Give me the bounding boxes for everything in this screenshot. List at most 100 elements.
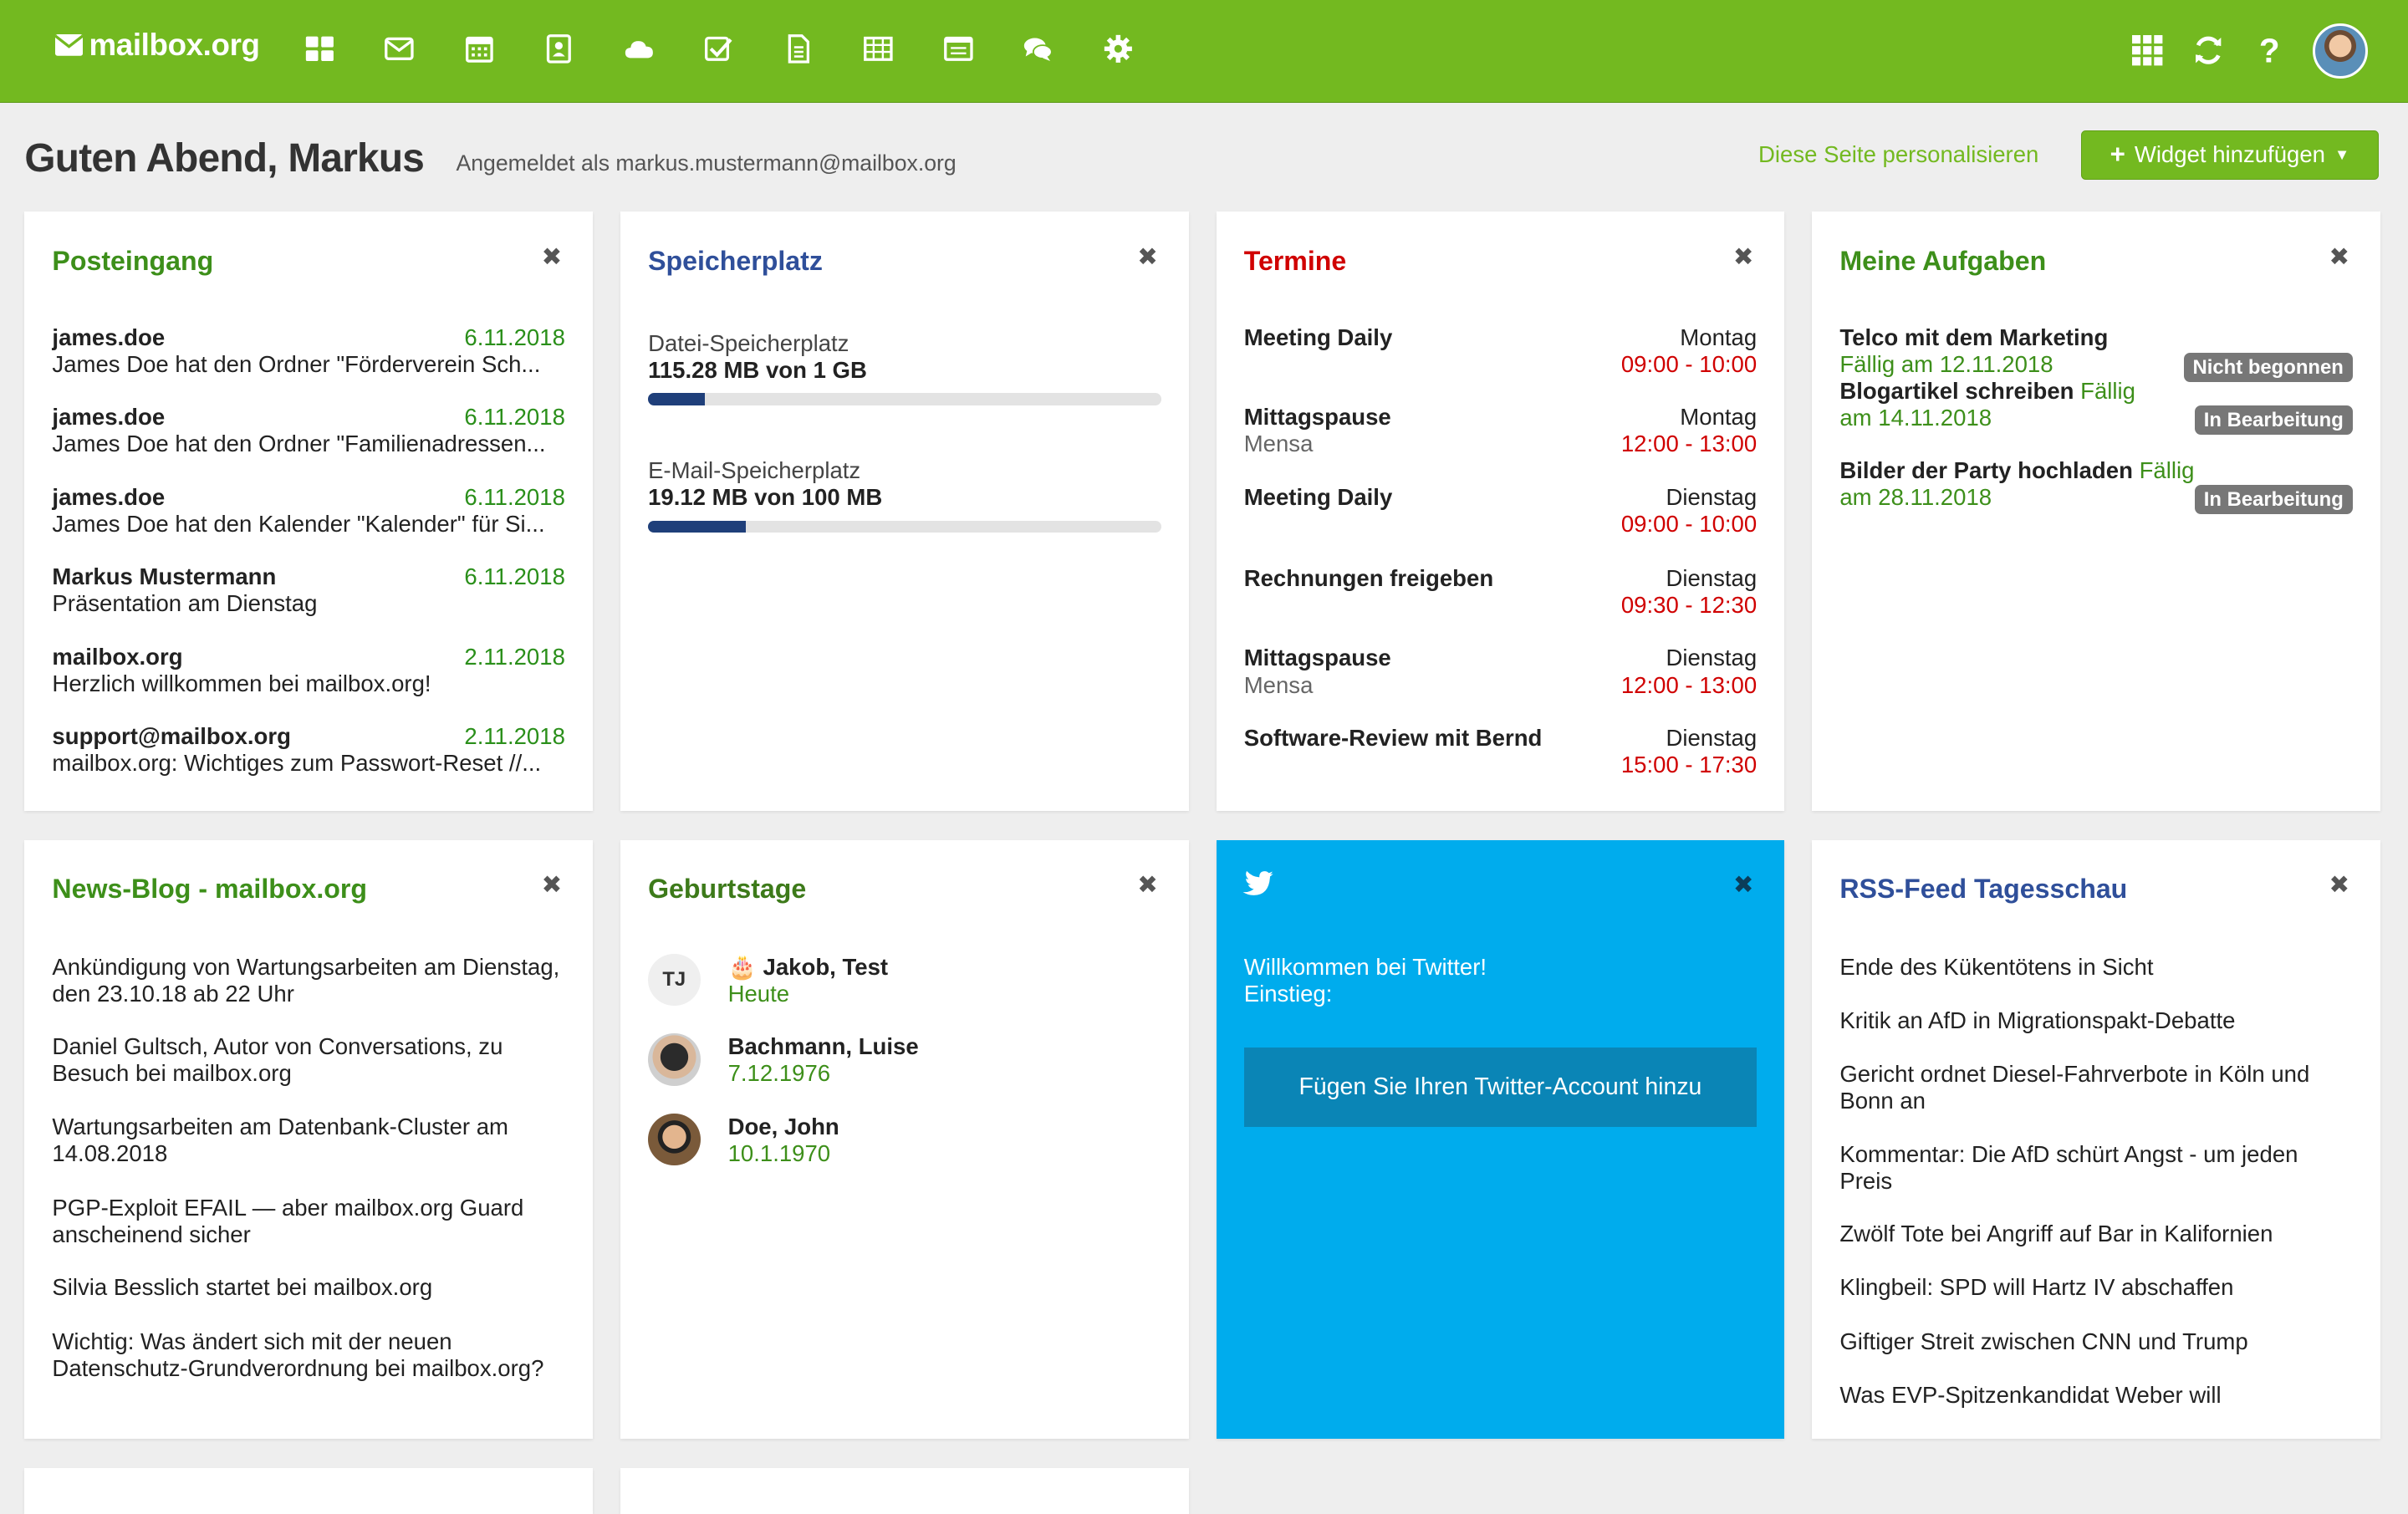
storage-item: E-Mail-Speicherplatz 19.12 MB von 100 MB <box>648 457 1161 533</box>
refresh-icon[interactable] <box>2190 33 2227 69</box>
appointment-item[interactable]: Software-Review mit Bernd Dienstag 15:00 … <box>1244 724 1758 777</box>
rss-item[interactable]: Ende des Kükentötens in Sicht <box>1839 954 2352 981</box>
appointment-time: 12:00 - 13:00 <box>1620 671 1758 698</box>
appointment-day: Dienstag <box>1666 483 1758 510</box>
appointment-time: 15:00 - 17:30 <box>1620 752 1758 778</box>
storage-value: 19.12 MB von 100 MB <box>648 484 883 511</box>
storage-widget: Speicherplatz ✖ Datei-Speicherplatz 115.… <box>620 212 1189 811</box>
news-item[interactable]: PGP-Exploit EFAIL — aber mailbox.org Gua… <box>52 1195 564 1248</box>
app-switcher <box>301 31 1180 68</box>
birthday-item[interactable]: Doe, John 10.1.1970 <box>728 1114 1161 1167</box>
close-icon[interactable]: ✖ <box>542 870 563 900</box>
help-icon[interactable]: ? <box>2252 33 2288 69</box>
mail-icon[interactable] <box>380 31 417 68</box>
close-icon[interactable]: ✖ <box>542 242 563 272</box>
envelope-logo-icon <box>55 34 84 56</box>
task-item[interactable]: Bilder der Party hochladen Fällig am 28.… <box>1839 457 2196 511</box>
inbox-item[interactable]: james.doe 6.11.2018 James Doe hat den Ka… <box>52 484 564 538</box>
inbox-item[interactable]: james.doe 6.11.2018 James Doe hat den Or… <box>52 404 564 457</box>
top-right-tools: ? <box>2129 0 2408 101</box>
inbox-item[interactable]: mailbox.org 2.11.2018 Herzlich willkomme… <box>52 644 564 697</box>
news-item[interactable]: Ankündigung von Wartungsarbeiten am Dien… <box>52 954 564 1007</box>
widget-title[interactable]: Geburtstage <box>648 874 806 905</box>
drive-icon[interactable] <box>620 31 657 68</box>
app-launcher-icon[interactable] <box>2129 33 2166 69</box>
close-icon[interactable]: ✖ <box>1137 242 1158 272</box>
mail-subject: Herzlich willkommen bei mailbox.org! <box>52 670 431 696</box>
presentation-icon[interactable] <box>940 31 977 68</box>
appointment-item[interactable]: Meeting Daily Dienstag 09:00 - 10:00 <box>1244 483 1758 537</box>
personalize-link[interactable]: Diese Seite personalisieren <box>1758 141 2038 168</box>
appointment-day: Dienstag <box>1666 724 1758 751</box>
settings-icon[interactable] <box>1099 31 1136 68</box>
inbox-item[interactable]: support@mailbox.org 2.11.2018 mailbox.or… <box>52 723 564 777</box>
spreadsheet-icon[interactable] <box>860 31 896 68</box>
widget-title[interactable]: News-Blog - mailbox.org <box>52 874 367 905</box>
add-twitter-account-button[interactable]: Fügen Sie Ihren Twitter-Account hinzu <box>1243 1047 1758 1128</box>
birthday-item[interactable]: Bachmann, Luise 7.12.1976 <box>728 1033 1161 1087</box>
user-avatar[interactable] <box>2313 23 2369 79</box>
widget-title[interactable]: RSS-Feed Tagesschau <box>1839 874 2127 905</box>
birthday-name: Bachmann, Luise <box>727 1033 919 1060</box>
storage-item: Datei-Speicherplatz 115.28 MB von 1 GB <box>648 330 1161 405</box>
close-icon[interactable]: ✖ <box>2329 870 2350 900</box>
widget-title[interactable]: Termine <box>1244 246 1347 277</box>
portal-icon[interactable] <box>301 31 338 68</box>
birthday-name: Jakob, Test <box>763 953 889 980</box>
calendar-icon[interactable] <box>461 31 497 68</box>
rss-item[interactable]: Gericht ordnet Diesel-Fahrverbote in Köl… <box>1839 1061 2352 1114</box>
contact-initials-avatar: TJ <box>648 953 701 1007</box>
text-document-icon[interactable] <box>780 31 817 68</box>
chat-icon[interactable] <box>1019 31 1056 68</box>
tasks-icon[interactable] <box>700 31 737 68</box>
mail-subject: Präsentation am Dienstag <box>52 590 318 617</box>
appointment-day: Dienstag <box>1666 645 1758 671</box>
rss-item[interactable]: Was EVP-Spitzenkandidat Weber will <box>1839 1382 2352 1409</box>
task-item[interactable]: Blogartikel schreiben Fällig am 14.11.20… <box>1839 378 2150 431</box>
task-title: Blogartikel schreiben <box>1839 377 2074 404</box>
appointment-item[interactable]: Mittagspause Mensa Montag 12:00 - 13:00 <box>1244 404 1757 457</box>
rss-widget: RSS-Feed Tagesschau ✖ Ende des Kükentöte… <box>1812 839 2380 1439</box>
cake-icon: 🎂 <box>727 953 757 980</box>
appointment-day: Montag <box>1680 324 1758 350</box>
twitter-intro: Willkommen bei Twitter! Einstieg: <box>1244 954 1757 1007</box>
twitter-welcome: Willkommen bei Twitter! <box>1243 953 1487 980</box>
birthday-date: 10.1.1970 <box>727 1139 831 1166</box>
birthday-item[interactable]: 🎂 Jakob, Test Heute <box>728 954 1161 1007</box>
appointment-item[interactable]: Meeting Daily Montag 09:00 - 10:00 <box>1244 324 1758 377</box>
contacts-icon[interactable] <box>540 31 577 68</box>
widget-title[interactable]: Posteingang <box>52 246 213 277</box>
task-item[interactable]: Telco mit dem Marketing Fällig am 12.11.… <box>1839 324 2181 378</box>
inbox-item[interactable]: Markus Mustermann 6.11.2018 Präsentation… <box>52 563 564 617</box>
news-item[interactable]: Silvia Besslich startet bei mailbox.org <box>52 1274 564 1301</box>
rss-item[interactable]: Klingbeil: SPD will Hartz IV abschaffen <box>1839 1274 2352 1301</box>
news-item[interactable]: Wartungsarbeiten am Datenbank-Cluster am… <box>52 1114 564 1167</box>
widget-title[interactable]: Meine Aufgaben <box>1839 246 2046 277</box>
inbox-item[interactable]: james.doe 6.11.2018 James Doe hat den Or… <box>52 324 564 378</box>
status-badge: In Bearbeitung <box>2194 485 2353 515</box>
appointment-item[interactable]: Mittagspause Mensa Dienstag 12:00 - 13:00 <box>1244 645 1757 698</box>
news-item[interactable]: Daniel Gultsch, Autor von Conversations,… <box>52 1033 564 1087</box>
news-widget: News-Blog - mailbox.org ✖ Ankündigung vo… <box>24 839 593 1439</box>
rss-item[interactable]: Zwölf Tote bei Angriff auf Bar in Kalifo… <box>1839 1221 2352 1247</box>
rss-item[interactable]: Giftiger Streit zwischen CNN und Trump <box>1839 1328 2352 1355</box>
storage-label: E-Mail-Speicherplatz <box>648 457 861 484</box>
news-item[interactable]: Wichtig: Was ändert sich mit der neuen D… <box>52 1328 564 1382</box>
appointment-time: 09:00 - 10:00 <box>1620 350 1758 377</box>
close-icon[interactable]: ✖ <box>1733 242 1754 272</box>
close-icon[interactable]: ✖ <box>1733 870 1754 900</box>
mail-date: 6.11.2018 <box>464 483 565 510</box>
appointment-day: Montag <box>1680 404 1758 431</box>
widget-title[interactable]: Speicherplatz <box>648 246 823 277</box>
signed-in-as: Angemeldet als markus.mustermann@mailbox… <box>456 150 957 176</box>
close-icon[interactable]: ✖ <box>1137 870 1158 900</box>
rss-item[interactable]: Kritik an AfD in Migrationspakt-Debatte <box>1839 1007 2352 1034</box>
widget-partial <box>620 1467 1189 1514</box>
add-widget-button[interactable]: + Widget hinzufügen ▼ <box>2080 130 2380 180</box>
birthday-date: 7.12.1976 <box>727 1060 831 1087</box>
appointment-day: Dienstag <box>1666 564 1758 591</box>
rss-item[interactable]: Kommentar: Die AfD schürt Angst - um jed… <box>1839 1141 2352 1195</box>
appointment-item[interactable]: Rechnungen freigeben Dienstag 09:30 - 12:… <box>1244 564 1758 618</box>
close-icon[interactable]: ✖ <box>2329 242 2350 272</box>
logo[interactable]: mailbox.org <box>55 28 260 63</box>
